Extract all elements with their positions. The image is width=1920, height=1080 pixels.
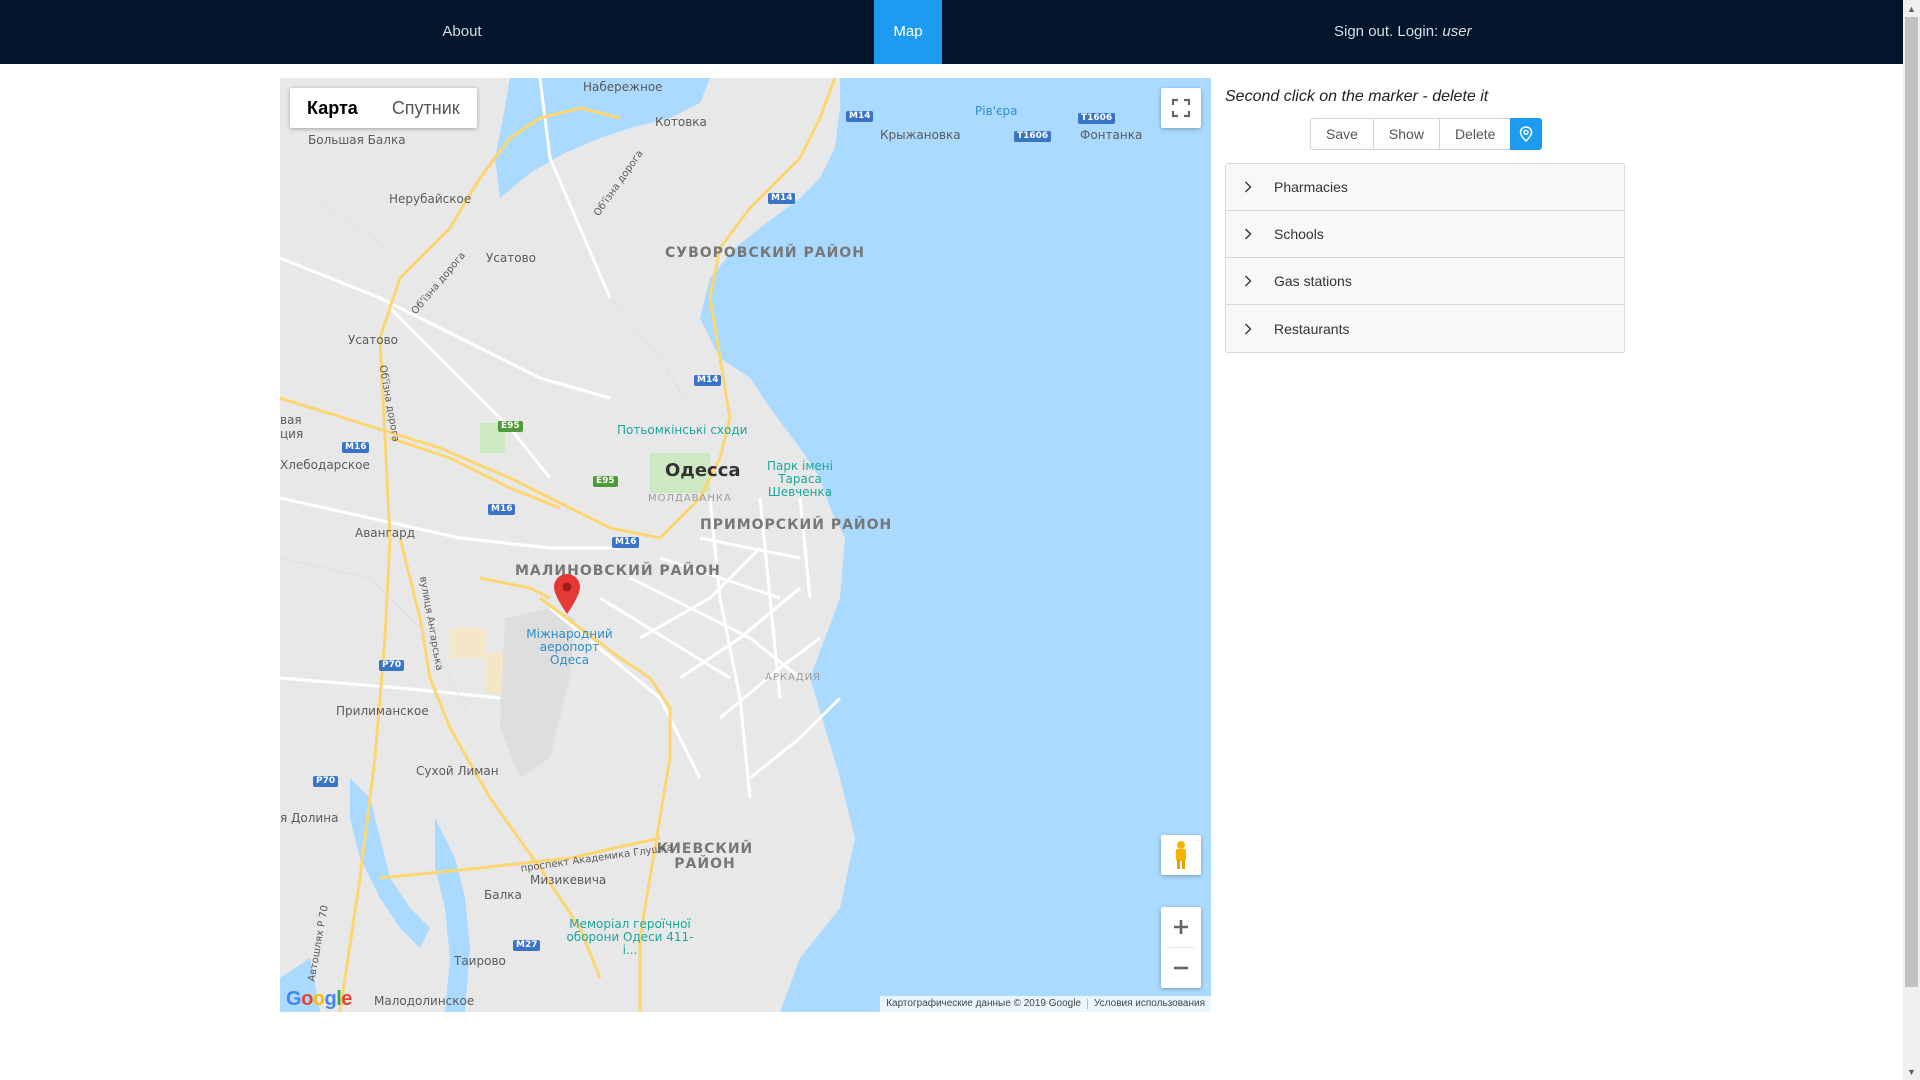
accordion-label: Restaurants (1274, 320, 1350, 337)
map-label-arkadia: АРКАДИЯ (765, 672, 822, 683)
map-label-usatovo-2: Усатово (348, 333, 399, 347)
road-shield-m14: M14 (694, 375, 722, 386)
map-label-avangard: Авангард (355, 526, 416, 540)
road-shield-m27: M27 (513, 940, 541, 951)
accordion-item-schools[interactable]: Schools (1226, 211, 1624, 258)
road-shield-t1606: T1606 (1014, 131, 1052, 142)
map-label-shevchenko-park: Парк імені Тараса Шевченка (766, 459, 833, 499)
zoom-out-button[interactable] (1161, 948, 1201, 988)
login-username: user (1442, 23, 1472, 40)
location-marker-icon[interactable] (554, 574, 580, 614)
map-label-tairovo: Таирово (454, 954, 506, 968)
nav-about-link[interactable]: About (436, 0, 488, 64)
map-label-airport: Міжнародний аеропорт Одеса (526, 627, 613, 667)
accordion-item-gas-stations[interactable]: Gas stations (1226, 258, 1624, 305)
map-label-odessa: Одесса (665, 460, 741, 481)
map-label-primorsky-district: ПРИМОРСКИЙ РАЙОН (700, 517, 893, 533)
map-type-satellite-button[interactable]: Спутник (375, 88, 477, 128)
accordion-item-restaurants[interactable]: Restaurants (1226, 305, 1624, 352)
zoom-control (1161, 907, 1201, 988)
road-shield-m14: M14 (768, 193, 796, 204)
chevron-right-icon (1244, 275, 1262, 287)
road-shield-e95: E95 (593, 476, 618, 487)
pegman-icon (1176, 841, 1186, 869)
map-label-memorial: Меморіал героїчної оборони Одеси 411-і..… (566, 917, 694, 957)
scroll-down-arrow-icon[interactable]: ▼ (1903, 1063, 1920, 1080)
road-shield-p70: P70 (379, 660, 405, 671)
road-shield-m14: M14 (846, 111, 874, 122)
page-scrollbar[interactable]: ▲ ▼ (1903, 0, 1920, 1080)
map-type-map-button[interactable]: Карта (290, 88, 375, 128)
chevron-right-icon (1244, 228, 1262, 240)
show-button[interactable]: Show (1372, 118, 1440, 150)
fullscreen-button[interactable] (1161, 88, 1201, 128)
road-shield-e95: E95 (498, 421, 523, 432)
map-label-sukhoy-liman: Сухой Лиман (416, 764, 499, 778)
map-label-fontanka: Фонтанка (1080, 128, 1143, 142)
map-label-suvorovsky-district: СУВОРОВСКИЙ РАЙОН (665, 245, 865, 261)
chevron-right-icon (1244, 323, 1262, 335)
map-type-control: Карта Спутник (290, 88, 477, 128)
google-logo[interactable]: Google (286, 988, 352, 1011)
save-button[interactable]: Save (1310, 118, 1374, 150)
map-label-khlebodarskoe: Хлебодарское (280, 458, 370, 472)
plus-icon (1174, 920, 1188, 934)
map-label-ya-dolina: я Долина (280, 811, 339, 825)
road-shield-t1606: T1606 (1078, 113, 1116, 124)
road-shield-m16: M16 (342, 442, 370, 453)
map-label-nerubayskoe: Нерубайское (389, 192, 472, 206)
map-label-vaya-tsiya: вая ция (280, 413, 304, 441)
map-label-prilimanskoe: Прилиманское (336, 704, 429, 718)
delete-button[interactable]: Delete (1438, 118, 1512, 150)
road-shield-m16: M16 (488, 504, 516, 515)
terms-of-use-link[interactable]: Условия использования (1088, 996, 1211, 1012)
map-label-bolshaya-balka: Большая Балка (308, 133, 406, 147)
zoom-in-button[interactable] (1161, 907, 1201, 947)
google-map[interactable]: Набережное Котовка Большая Балка Нерубай… (280, 78, 1211, 1012)
marker-hint-text: Second click on the marker - delete it (1225, 88, 1489, 105)
marker-actions-group: Save Show Delete (1310, 118, 1543, 150)
top-navbar: About Map Sign out. Login: user (0, 0, 1903, 64)
map-pin-icon (1520, 126, 1533, 142)
sign-out-link[interactable]: Sign out. Login: user (1334, 0, 1472, 64)
locate-button[interactable] (1510, 118, 1543, 150)
places-accordion: Pharmacies Schools Gas stations Restaura… (1225, 163, 1625, 353)
map-label-balka: Балка (484, 888, 522, 902)
sign-out-label: Sign out. Login: (1334, 23, 1439, 40)
road-shield-m16: M16 (612, 537, 640, 548)
fullscreen-icon (1171, 98, 1191, 118)
map-label-riviera: Рів'єра (975, 104, 1018, 118)
map-label-moldavanka: МОЛДАВАНКА (648, 493, 732, 504)
accordion-item-pharmacies[interactable]: Pharmacies (1226, 164, 1624, 211)
scrollbar-thumb[interactable] (1905, 17, 1918, 987)
minus-icon (1174, 966, 1188, 970)
map-label-usatovo: Усатово (486, 251, 537, 265)
road-shield-p70: P70 (313, 776, 339, 787)
map-label-muzykevicha: Мизикевича (530, 873, 607, 887)
nav-map-tab[interactable]: Map (874, 0, 942, 64)
map-label-malodolinskoe: Малодолинское (374, 994, 475, 1008)
accordion-label: Gas stations (1274, 273, 1352, 289)
scroll-up-arrow-icon[interactable]: ▲ (1903, 0, 1920, 17)
map-label-kotovka: Котовка (655, 115, 707, 129)
accordion-label: Pharmacies (1274, 179, 1348, 195)
chevron-right-icon (1244, 181, 1262, 193)
map-label-malinovsky-district: МАЛИНОВСКИЙ РАЙОН (515, 563, 721, 579)
street-view-pegman[interactable] (1161, 835, 1201, 875)
map-label-naberezhnoe: Набережное (583, 80, 663, 94)
map-label-kryzhanovka: Крыжановка (880, 128, 961, 142)
map-data-credit: Картографические данные © 2019 Google (886, 998, 1081, 1009)
map-attribution: Картографические данные © 2019 Google Ус… (880, 996, 1211, 1012)
accordion-label: Schools (1274, 226, 1324, 242)
map-label-potemkin-stairs: Потьомкінські сходи (617, 423, 748, 437)
